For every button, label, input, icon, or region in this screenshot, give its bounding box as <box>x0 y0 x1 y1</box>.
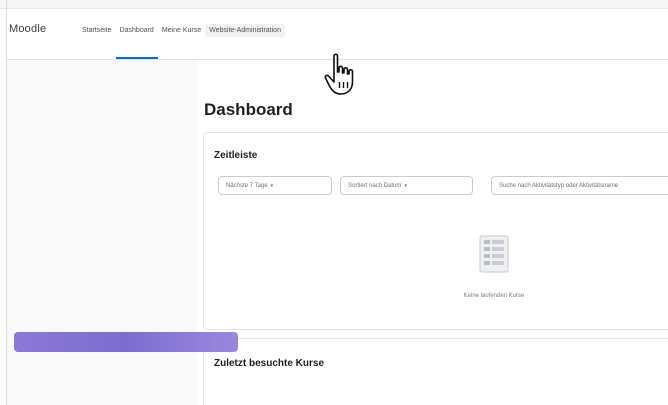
recent-course-card[interactable] <box>14 332 238 352</box>
main-content: Dashboard Zeitleiste Nächste 7 Tage ▾ Sor… <box>197 60 668 405</box>
timeline-sort-filter-label: Sortiert nach Datum <box>348 183 402 189</box>
recent-courses-block: Zuletzt besuchte Kurse <box>203 338 668 405</box>
window-top-edge <box>0 0 668 9</box>
hand-pointer-icon <box>324 53 354 95</box>
timeline-empty-message: Keine laufenden Kurse <box>463 293 525 299</box>
timeline-title: Zeitleiste <box>214 150 258 161</box>
recent-courses-title: Zuletzt besuchte Kurse <box>214 358 325 369</box>
nav-link-dashboard[interactable]: Dashboard <box>115 24 159 59</box>
timeline-search-placeholder: Suche nach Aktivitätstyp oder Aktivitäts… <box>499 183 619 189</box>
timeline-search-input[interactable]: Suche nach Aktivitätstyp oder Aktivitäts… <box>491 176 668 195</box>
screen: Moodle Startseite Dashboard Meine Kurse … <box>0 0 668 405</box>
caret-down-icon: ▾ <box>404 183 407 189</box>
timeline-day-filter-label: Nächste 7 Tage <box>226 183 268 189</box>
timeline-block: Zeitleiste Nächste 7 Tage ▾ Sortiert nach… <box>203 132 668 330</box>
caret-down-icon: ▾ <box>270 183 274 189</box>
timeline-sort-filter[interactable]: Sortiert nach Datum ▾ <box>340 176 473 195</box>
list-placeholder-icon <box>479 235 509 273</box>
site-brand[interactable]: Moodle <box>9 23 46 35</box>
primary-navigation: Startseite Dashboard Meine Kurse Website… <box>78 24 285 59</box>
left-drawer <box>7 60 197 405</box>
page-title: Dashboard <box>204 100 293 119</box>
nav-link-website-administration[interactable]: Website-Administration <box>205 24 285 37</box>
nav-link-startseite[interactable]: Startseite <box>78 24 116 37</box>
nav-link-meine-kurse[interactable]: Meine Kurse <box>158 24 205 37</box>
timeline-day-filter[interactable]: Nächste 7 Tage ▾ <box>218 176 332 195</box>
